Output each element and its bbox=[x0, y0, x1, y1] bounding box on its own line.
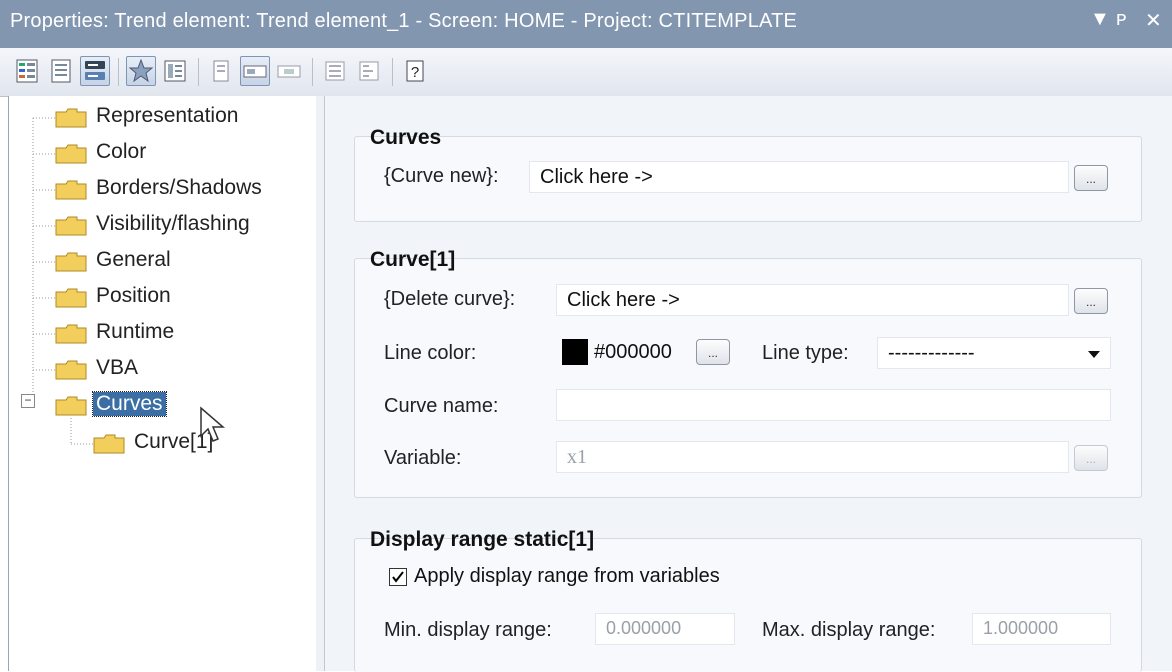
line-color-label: Line color: bbox=[384, 342, 477, 364]
curve-new-label: {Curve new}: bbox=[384, 165, 499, 187]
tree-item-label: Color bbox=[96, 140, 147, 163]
collapse-icon[interactable] bbox=[354, 56, 384, 86]
variable-label: Variable: bbox=[384, 447, 462, 469]
toolbar: ? bbox=[0, 48, 1172, 97]
panel-splitter[interactable] bbox=[316, 96, 325, 671]
field-alt-icon[interactable] bbox=[274, 56, 304, 86]
expand-icon[interactable] bbox=[320, 56, 350, 86]
help-glyph: ? bbox=[411, 64, 419, 81]
window-title: Properties: Trend element: Trend element… bbox=[10, 10, 798, 32]
curve-name-label: Curve name: bbox=[384, 395, 499, 417]
folder-icon bbox=[55, 288, 87, 308]
line-type-label: Line type: bbox=[762, 342, 849, 364]
tree-item-label: Borders/Shadows bbox=[96, 176, 262, 199]
folder-icon bbox=[55, 180, 87, 200]
sort-alphabetical-icon[interactable] bbox=[46, 56, 76, 86]
toolbar-separator bbox=[198, 58, 199, 86]
curve-1-heading: Curve[1] bbox=[370, 248, 456, 271]
curve-name-field[interactable] bbox=[556, 389, 1111, 421]
checkmark-icon bbox=[392, 571, 404, 583]
folder-icon bbox=[93, 434, 125, 454]
tree-expander-curves[interactable]: − bbox=[21, 394, 35, 408]
sort-categorized-icon[interactable] bbox=[12, 56, 42, 86]
display-range-heading: Display range static[1] bbox=[370, 528, 595, 551]
line-type-value: ------------- bbox=[888, 342, 975, 364]
toolbar-separator bbox=[118, 58, 119, 86]
variable-ellipsis-button[interactable]: ... bbox=[1074, 445, 1108, 471]
favorites-icon[interactable] bbox=[126, 56, 156, 86]
folder-icon bbox=[55, 324, 87, 344]
line-type-select[interactable]: ------------- bbox=[877, 337, 1111, 369]
line-color-ellipsis-button[interactable]: ... bbox=[696, 339, 730, 365]
field-icon[interactable] bbox=[240, 56, 270, 86]
delete-curve-field[interactable]: Click here -> bbox=[556, 284, 1069, 316]
folder-icon bbox=[55, 360, 87, 380]
folder-icon bbox=[55, 252, 87, 272]
window-menu-icon[interactable]: ▼ bbox=[1090, 8, 1110, 31]
properties-list-icon[interactable] bbox=[160, 56, 190, 86]
curve-new-ellipsis-button[interactable]: ... bbox=[1074, 165, 1108, 191]
mouse-cursor-icon bbox=[200, 406, 226, 442]
tree-item-label: Position bbox=[96, 284, 171, 307]
chevron-down-icon bbox=[1088, 351, 1100, 358]
line-color-swatch[interactable] bbox=[562, 339, 588, 365]
tree-item-label: Representation bbox=[96, 104, 239, 127]
min-display-range-label: Min. display range: bbox=[384, 619, 552, 641]
property-view-icon[interactable] bbox=[80, 56, 110, 86]
variable-field[interactable]: x1 bbox=[556, 441, 1069, 473]
apply-display-range-label[interactable]: Apply display range from variables bbox=[414, 565, 720, 588]
folder-icon bbox=[55, 216, 87, 236]
delete-curve-label: {Delete curve}: bbox=[384, 288, 516, 310]
tree-item-label: VBA bbox=[96, 356, 139, 379]
max-display-range-label: Max. display range: bbox=[762, 619, 936, 641]
curve-new-field[interactable]: Click here -> bbox=[529, 161, 1069, 193]
tree-item-label: Visibility/flashing bbox=[96, 212, 250, 235]
help-icon[interactable]: ? bbox=[400, 56, 430, 86]
tree-item-label: Runtime bbox=[96, 320, 175, 343]
folder-icon bbox=[55, 144, 87, 164]
delete-curve-ellipsis-button[interactable]: ... bbox=[1074, 288, 1108, 314]
pin-icon[interactable]: ᴘ bbox=[1116, 8, 1126, 31]
toolbar-separator bbox=[312, 58, 313, 86]
tree-item-label: General bbox=[96, 248, 171, 271]
toolbar-separator bbox=[392, 58, 393, 86]
minus-icon: − bbox=[24, 393, 32, 407]
close-icon[interactable]: ✕ bbox=[1145, 8, 1162, 33]
max-display-range-field[interactable]: 1.000000 bbox=[972, 613, 1111, 645]
title-bar: Properties: Trend element: Trend element… bbox=[0, 0, 1172, 48]
page-icon[interactable] bbox=[206, 56, 236, 86]
folder-icon bbox=[55, 108, 87, 128]
curves-heading: Curves bbox=[370, 126, 442, 149]
tree-item-label: Curves bbox=[92, 391, 167, 417]
line-color-value: #000000 bbox=[594, 341, 672, 363]
folder-icon bbox=[55, 396, 87, 416]
property-tree: Representation Color Borders/Shadows Vis… bbox=[8, 96, 317, 671]
apply-display-range-checkbox[interactable] bbox=[389, 568, 407, 586]
display-range-group bbox=[354, 538, 1142, 672]
min-display-range-field[interactable]: 0.000000 bbox=[595, 613, 735, 645]
